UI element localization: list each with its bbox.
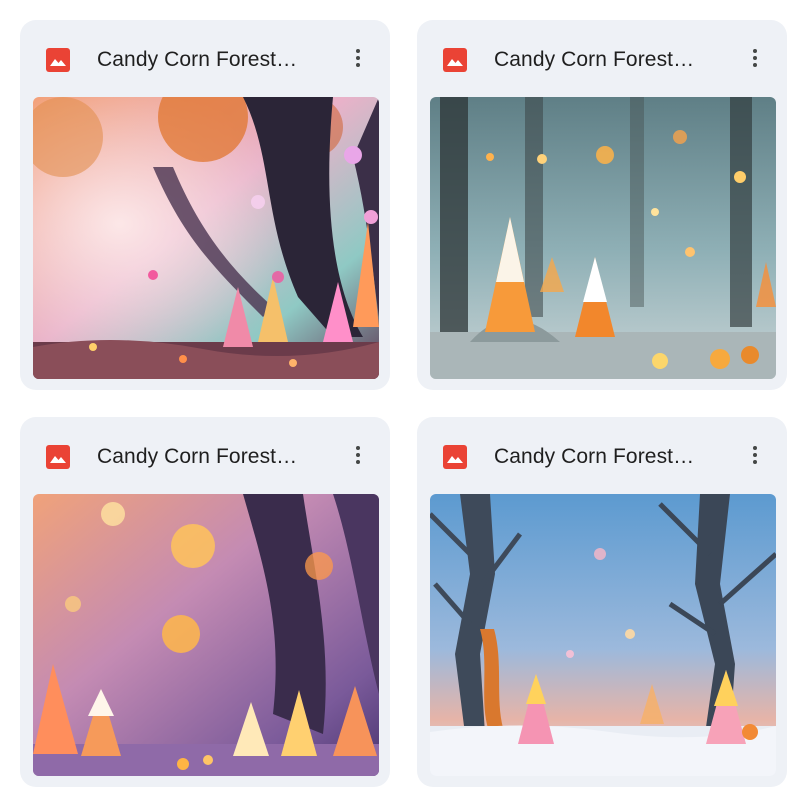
more-options-button[interactable] — [342, 42, 374, 74]
image-file-icon — [46, 48, 70, 72]
file-grid: Candy Corn Forest… Candy Corn Forest… Ca… — [0, 0, 804, 796]
file-title: Candy Corn Forest… — [494, 445, 695, 468]
more-options-button[interactable] — [342, 439, 374, 471]
file-card-header: Candy Corn Forest… — [417, 20, 787, 97]
image-thumbnail[interactable] — [33, 494, 379, 776]
file-title: Candy Corn Forest… — [494, 48, 695, 71]
more-options-button[interactable] — [739, 42, 771, 74]
file-card-header: Candy Corn Forest… — [417, 417, 787, 494]
file-title: Candy Corn Forest… — [97, 445, 298, 468]
image-file-icon — [443, 48, 467, 72]
image-thumbnail[interactable] — [430, 494, 776, 776]
file-card[interactable]: Candy Corn Forest… — [417, 417, 787, 787]
more-vert-icon — [753, 49, 757, 67]
file-card[interactable]: Candy Corn Forest… — [20, 20, 390, 390]
more-vert-icon — [356, 49, 360, 67]
image-thumbnail[interactable] — [430, 97, 776, 379]
file-card[interactable]: Candy Corn Forest… — [20, 417, 390, 787]
file-card[interactable]: Candy Corn Forest… — [417, 20, 787, 390]
more-vert-icon — [753, 446, 757, 464]
image-file-icon — [46, 445, 70, 469]
file-card-header: Candy Corn Forest… — [20, 20, 390, 97]
file-card-header: Candy Corn Forest… — [20, 417, 390, 494]
file-title: Candy Corn Forest… — [97, 48, 298, 71]
more-vert-icon — [356, 446, 360, 464]
more-options-button[interactable] — [739, 439, 771, 471]
image-thumbnail[interactable] — [33, 97, 379, 379]
image-file-icon — [443, 445, 467, 469]
